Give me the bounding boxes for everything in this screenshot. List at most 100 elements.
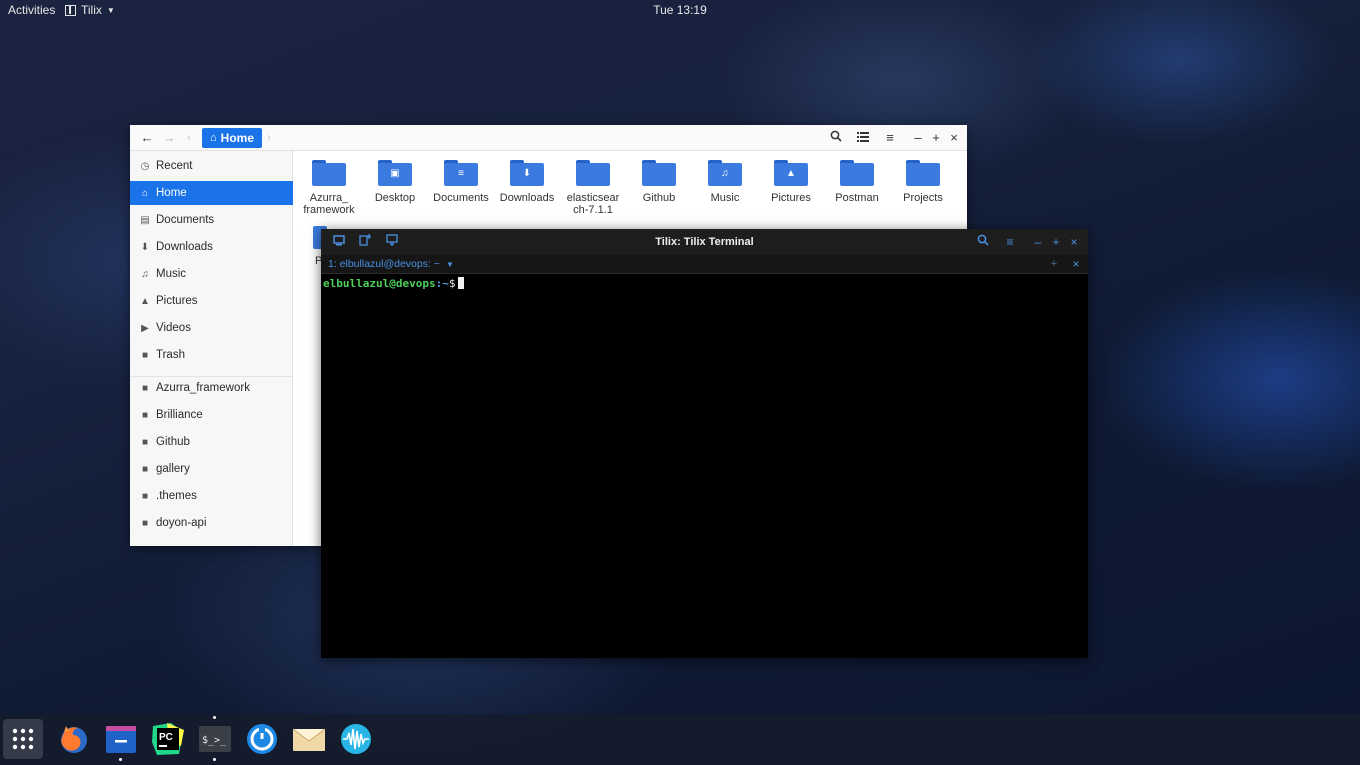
running-indicator <box>213 758 216 761</box>
folder-label: Postman <box>835 192 879 204</box>
tilix-icon <box>65 4 76 16</box>
folder-icon: ■ <box>141 382 149 394</box>
folder-label: Pictures <box>771 192 811 204</box>
sidebar-bookmark-doyon-api[interactable]: ■ doyon-api <box>130 511 293 535</box>
folder-item-azurra-framework[interactable]: Azurra_ framework <box>296 160 362 216</box>
chevron-down-icon: ▼ <box>106 5 115 15</box>
sidebar-item-downloads[interactable]: ⬇ Downloads <box>130 235 293 259</box>
sidebar-bookmark-github[interactable]: ■ Github <box>130 430 293 454</box>
sidebar-item-pictures[interactable]: ▲ Pictures <box>130 289 293 313</box>
sidebar-item-label: .themes <box>156 490 197 502</box>
back-arrow-icon[interactable]: ← <box>138 130 156 146</box>
folder-label: elasticsear <box>566 192 620 204</box>
folder-label: framework <box>303 204 355 216</box>
folder-icon <box>906 160 940 186</box>
terminal-icon[interactable]: $_>_ <box>195 716 235 761</box>
close-icon[interactable]: × <box>945 130 963 146</box>
hamburger-menu-icon[interactable]: ≡ <box>1002 234 1018 250</box>
sidebar-item-label: Home <box>156 187 187 199</box>
terminal-header-bar: Tilix: Tilix Terminal ≡ – + × <box>321 229 1088 255</box>
sidebar-item-label: Recent <box>156 160 193 172</box>
activities-button[interactable]: Activities <box>8 3 55 17</box>
sidebar-item-documents[interactable]: ▤ Documents <box>130 208 293 232</box>
forward-arrow-icon[interactable]: → <box>160 130 178 146</box>
sidebar-item-trash[interactable]: ■ Trash <box>130 343 293 367</box>
mail-icon[interactable] <box>289 719 329 759</box>
timeshift-icon[interactable] <box>242 719 282 759</box>
maximize-icon[interactable]: + <box>1048 234 1064 250</box>
add-terminal-down-icon[interactable] <box>384 234 400 250</box>
folder-item-music[interactable]: ♫ Music <box>692 160 758 204</box>
sidebar-item-label: Github <box>156 436 190 448</box>
sidebar-item-label: Videos <box>156 322 191 334</box>
audio-waveform-icon[interactable] <box>336 719 376 759</box>
sidebar-bookmark-themes[interactable]: ■ .themes <box>130 484 293 508</box>
sidebar-item-label: gallery <box>156 463 190 475</box>
folder-label: Documents <box>433 192 489 204</box>
tilix-terminal-window: Tilix: Tilix Terminal ≡ – + × 1: elbulla… <box>321 229 1088 658</box>
folder-item-desktop[interactable]: ▣ Desktop <box>362 160 428 204</box>
folder-item-elasticsearch[interactable]: elasticsear ch-7.1.1 <box>560 160 626 216</box>
maximize-icon[interactable]: + <box>927 130 945 146</box>
folder-icon <box>840 160 874 186</box>
headphones-icon: ♫ <box>141 268 149 280</box>
session-icon[interactable] <box>331 234 347 250</box>
folder-icon: ■ <box>141 409 149 421</box>
folder-icon <box>642 160 676 186</box>
text-cursor <box>458 277 465 289</box>
sidebar-item-recent[interactable]: ◷ Recent <box>130 154 293 178</box>
folder-item-github[interactable]: Github <box>626 160 692 204</box>
folder-item-downloads[interactable]: ⬇ Downloads <box>494 160 560 204</box>
home-icon: ⌂ <box>141 187 149 199</box>
pycharm-label: PC <box>159 732 173 743</box>
sidebar-item-label: doyon-api <box>156 517 207 529</box>
minimize-icon[interactable]: – <box>1030 234 1046 250</box>
desktop-folder-icon: ▣ <box>378 160 412 186</box>
terminal-tab[interactable]: 1: elbullazul@devops: ~ ▼ <box>328 258 454 270</box>
sidebar-bookmark-azurra-framework[interactable]: ■ Azurra_framework <box>130 376 293 400</box>
downloads-folder-icon: ⬇ <box>510 160 544 186</box>
sidebar-item-home[interactable]: ⌂ Home <box>130 181 293 205</box>
list-view-icon[interactable] <box>854 130 872 146</box>
path-left-chevron-icon[interactable]: ‹ <box>184 130 194 146</box>
top-bar: Activities Tilix ▼ Tue 13:19 <box>0 0 1360 21</box>
terminal-tab-bar: 1: elbullazul@devops: ~ ▼ + × <box>321 255 1088 274</box>
folder-item-postman[interactable]: Postman <box>824 160 890 204</box>
terminal-title: Tilix: Tilix Terminal <box>655 236 754 248</box>
folder-item-pictures[interactable]: ▲ Pictures <box>758 160 824 204</box>
prompt-symbol: $ <box>448 277 456 290</box>
clock[interactable]: Tue 13:19 <box>0 3 1360 17</box>
hamburger-menu-icon[interactable]: ≡ <box>881 130 899 146</box>
sidebar-item-videos[interactable]: ▶ Videos <box>130 316 293 340</box>
close-terminal-icon[interactable]: × <box>1068 256 1084 272</box>
folder-icon <box>576 160 610 186</box>
pycharm-icon[interactable]: PC <box>148 719 188 759</box>
path-right-chevron-icon[interactable]: › <box>264 130 274 146</box>
sidebar-item-label: Documents <box>156 214 215 226</box>
folder-item-documents[interactable]: ≡ Documents <box>428 160 494 204</box>
running-indicator <box>119 758 122 761</box>
files-header-bar: ← → ‹ ⌂ Home › ≡ – + × <box>130 125 967 151</box>
app-menu[interactable]: Tilix ▼ <box>65 3 115 17</box>
sidebar-item-label: Trash <box>156 349 185 361</box>
sidebar-item-music[interactable]: ♫ Music <box>130 262 293 286</box>
minimize-icon[interactable]: – <box>909 130 927 146</box>
folder-icon: ■ <box>141 463 149 475</box>
folder-label: Projects <box>903 192 943 204</box>
files-icon[interactable] <box>101 719 141 761</box>
dock: PC $_>_ <box>0 714 1360 765</box>
search-icon[interactable] <box>975 234 991 250</box>
show-applications-icon[interactable] <box>3 719 43 759</box>
sidebar-bookmark-brilliance[interactable]: ■ Brilliance <box>130 403 293 427</box>
search-icon[interactable] <box>827 130 845 146</box>
maximize-terminal-icon[interactable]: + <box>1046 256 1062 272</box>
path-button-home[interactable]: ⌂ Home <box>202 128 262 148</box>
sidebar-bookmark-gallery[interactable]: ■ gallery <box>130 457 293 481</box>
add-terminal-right-icon[interactable] <box>357 234 373 250</box>
firefox-icon[interactable] <box>54 719 94 759</box>
close-icon[interactable]: × <box>1066 234 1082 250</box>
pictures-folder-icon: ▲ <box>774 160 808 186</box>
sidebar-item-label: Pictures <box>156 295 198 307</box>
terminal-output[interactable]: elbullazul@devops:~$ <box>321 274 1088 658</box>
folder-item-projects[interactable]: Projects <box>890 160 956 204</box>
